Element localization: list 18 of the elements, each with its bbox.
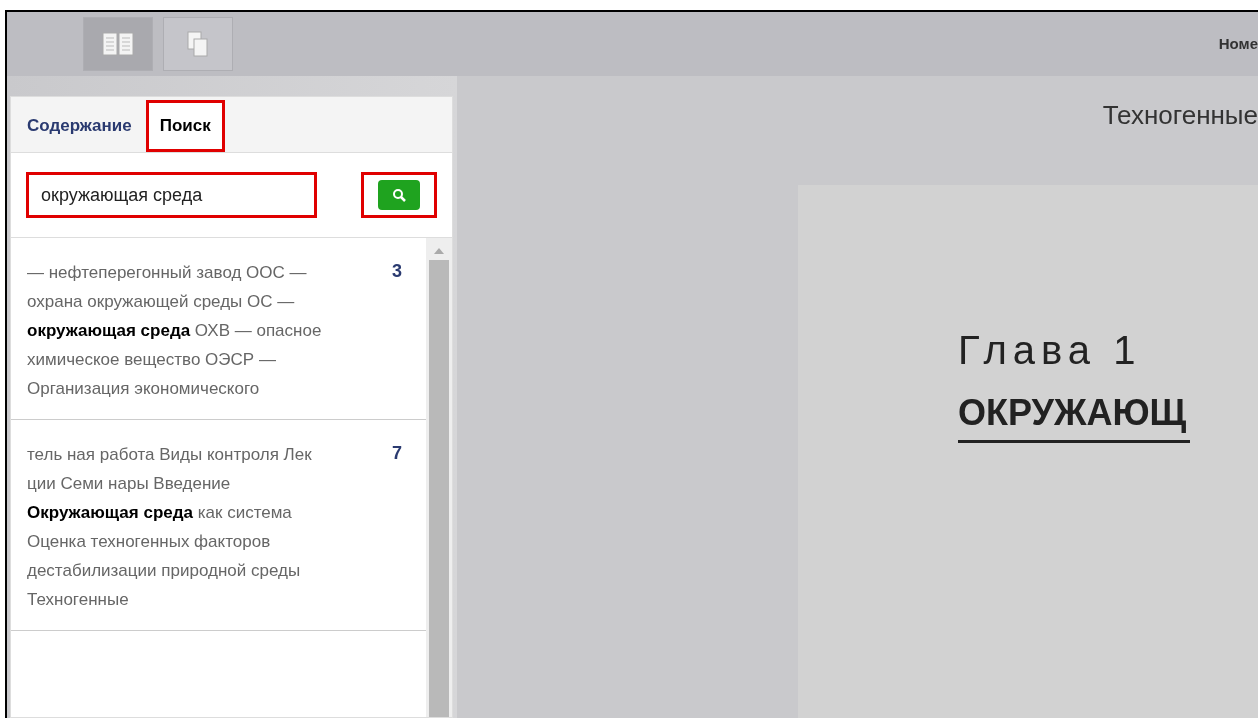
- page-number: 3: [392, 260, 403, 283]
- chapter-heading: ОКРУЖАЮЩ: [958, 386, 1191, 443]
- sidebar-tab[interactable]: Поиск: [145, 100, 225, 152]
- book-icon: [101, 30, 135, 58]
- search-button[interactable]: [363, 175, 434, 215]
- search-icon: [391, 188, 406, 202]
- toolbar-button[interactable]: [163, 17, 233, 71]
- result-snippet[interactable]: тель ная работа Виды контроля Лек ции Семи нары Введение Окружающая среда как система Оценка техногенных факторов дестабилизации природной среды Техногенные: [27, 440, 327, 614]
- toolbar-label: Номе: [1218, 33, 1258, 54]
- pages-icon: [185, 30, 211, 58]
- running-title: Техногенные: [1102, 99, 1258, 132]
- chapter-label: Глава 1: [958, 327, 1142, 374]
- search-field[interactable]: окружающая среда: [29, 175, 314, 215]
- scrollbar[interactable]: [426, 238, 452, 717]
- scroll-up-icon: [434, 248, 444, 254]
- toolbar-button[interactable]: [83, 17, 153, 71]
- page-number: 7: [392, 442, 403, 465]
- result-snippet[interactable]: — нефтеперегонный завод ООС — охрана окружающей среды ОС — окружающая среда ОХВ — опасное химическое вещество ОЭСР — Организация экономического: [27, 258, 327, 403]
